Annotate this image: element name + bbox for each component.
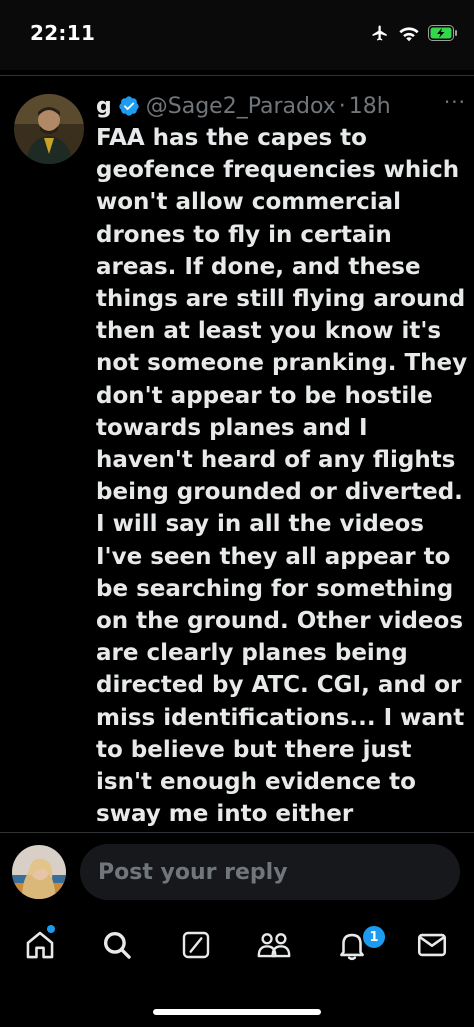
- user-avatar[interactable]: [12, 845, 66, 899]
- search-icon: [100, 928, 134, 966]
- nav-grok-button[interactable]: [176, 927, 216, 967]
- airplane-mode-icon: [370, 24, 390, 46]
- bottom-nav: [0, 915, 474, 979]
- status-time: 22:11: [30, 21, 96, 45]
- notification-count-badge: 1: [361, 924, 387, 950]
- home-icon: [23, 928, 57, 966]
- separator-dot: ·: [338, 93, 346, 119]
- nav-search-button[interactable]: [97, 927, 137, 967]
- battery-charging-icon: [428, 25, 458, 45]
- communities-icon: [256, 928, 292, 966]
- author-name[interactable]: g: [96, 94, 112, 119]
- status-icons: [370, 24, 458, 46]
- messages-icon: [415, 928, 449, 966]
- header-divider: [0, 75, 474, 76]
- author-handle[interactable]: @Sage2_Paradox: [146, 94, 336, 119]
- tweet-header: g @Sage2_Paradox · 18h ···: [96, 90, 466, 122]
- tweet-timestamp[interactable]: 18h: [349, 94, 391, 119]
- wifi-icon: [398, 25, 420, 46]
- more-options-icon[interactable]: ···: [444, 90, 466, 114]
- home-unread-dot: [47, 925, 55, 933]
- nav-home-button[interactable]: [20, 927, 60, 967]
- reply-divider: [0, 832, 474, 833]
- tweet-body-text: FAA has the capes to geofence frequencie…: [96, 125, 468, 828]
- reply-input[interactable]: [80, 844, 460, 900]
- home-indicator[interactable]: [153, 1009, 321, 1015]
- nav-messages-button[interactable]: [412, 927, 452, 967]
- verified-badge-icon: [118, 95, 140, 117]
- status-bar: 22:11: [0, 0, 474, 70]
- nav-communities-button[interactable]: [254, 927, 294, 967]
- author-avatar[interactable]: [14, 94, 84, 164]
- grok-icon: [180, 929, 212, 965]
